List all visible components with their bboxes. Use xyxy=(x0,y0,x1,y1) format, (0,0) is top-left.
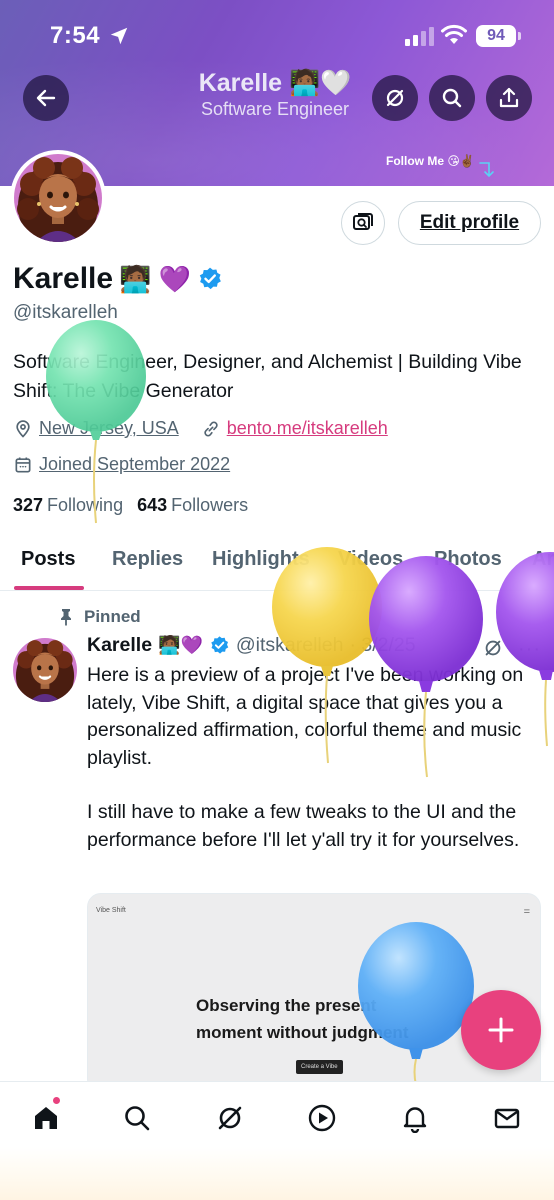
post-paragraph-1: Here is a preview of a project I've been… xyxy=(87,664,524,769)
link-icon xyxy=(204,420,218,437)
analytics-icon xyxy=(353,213,373,230)
professional-tools-button[interactable] xyxy=(341,201,385,245)
post-date[interactable]: · 3/2/25 xyxy=(349,634,415,657)
profile-joined-date: Joined September 2022 xyxy=(39,454,231,474)
following-link[interactable]: 327 Following xyxy=(13,495,123,516)
mail-icon xyxy=(494,1108,520,1129)
wifi-icon xyxy=(441,24,467,44)
media-app-title: Vibe Shift xyxy=(96,907,126,914)
pinned-indicator: Pinned xyxy=(58,607,141,627)
avatar-illustration xyxy=(13,638,77,702)
back-button[interactable] xyxy=(23,75,69,121)
arrow-down-icon xyxy=(479,162,494,178)
signal-icon xyxy=(405,27,434,46)
media-menu-icon: = xyxy=(523,906,530,918)
avatar-illustration xyxy=(14,154,102,242)
home-icon xyxy=(35,1107,57,1129)
post-header: Karelle 🧑🏾‍💻💜 @itskarelleh · 3/2/25 xyxy=(87,634,416,657)
followers-link[interactable]: 643 Followers xyxy=(137,495,248,516)
arrow-left-icon xyxy=(36,89,56,107)
bell-icon xyxy=(403,1107,427,1133)
play-icon xyxy=(308,1104,336,1132)
verified-badge-icon xyxy=(211,636,229,654)
nav-search[interactable] xyxy=(119,1100,155,1136)
pin-icon xyxy=(61,609,71,626)
post-body: Here is a preview of a project I've been… xyxy=(87,662,537,854)
banner-caption: Follow Me 😘✌🏾 xyxy=(386,154,475,168)
calendar-icon xyxy=(15,457,31,472)
share-button[interactable] xyxy=(486,75,532,121)
plus-icon xyxy=(488,1017,514,1043)
nav-messages[interactable] xyxy=(489,1100,525,1136)
header-title: Karelle 🧑🏾‍💻🤍 Software Engineer xyxy=(170,68,380,120)
post-author-name[interactable]: Karelle xyxy=(87,634,152,657)
nav-video[interactable] xyxy=(304,1100,340,1136)
nav-notifications[interactable] xyxy=(397,1100,433,1136)
bottom-navigation xyxy=(0,1081,554,1200)
following-count: 327 xyxy=(13,495,44,515)
verified-badge-icon[interactable] xyxy=(197,266,223,292)
post-paragraph-2: I still have to make a few tweaks to the… xyxy=(87,801,520,851)
nav-home[interactable] xyxy=(28,1100,64,1136)
battery-indicator: 94 xyxy=(476,25,521,47)
post-author-handle[interactable]: @itskarelleh xyxy=(236,634,344,657)
edit-profile-button[interactable]: Edit profile xyxy=(398,201,541,245)
search-icon xyxy=(125,1106,150,1131)
active-tab-indicator xyxy=(14,586,84,590)
share-icon xyxy=(499,87,519,108)
location-pin-icon xyxy=(16,419,30,438)
location-arrow-icon xyxy=(110,27,128,45)
followers-label: Followers xyxy=(171,495,249,515)
media-heading-line-1: Observing the present xyxy=(196,996,377,1015)
grok-icon[interactable] xyxy=(482,637,504,659)
followers-count: 643 xyxy=(137,495,168,515)
media-heading-line-2: moment without judgment xyxy=(196,1023,409,1042)
notification-dot xyxy=(52,1096,61,1105)
tab-highlights[interactable]: Highlights xyxy=(212,548,310,571)
profile-meta-location-row: New Jersey, USA bento.me/itskarelleh xyxy=(13,418,388,439)
grok-icon xyxy=(386,89,404,107)
media-heading: Observing the present moment without jud… xyxy=(196,992,408,1046)
tab-posts[interactable]: Posts xyxy=(21,548,75,571)
tab-articles[interactable]: Ar xyxy=(532,548,554,571)
profile-meta-joined-row: Joined September 2022 xyxy=(13,454,230,475)
profile-name-row: Karelle 🧑🏾‍💻 💜 xyxy=(13,262,223,296)
profile-name-emojis: 🧑🏾‍💻 💜 xyxy=(119,263,192,294)
follow-stats: 327 Following 643 Followers xyxy=(13,495,248,516)
profile-bio: Software Engineer, Designer, and Alchemi… xyxy=(13,351,522,402)
status-time: 7:54 xyxy=(50,22,101,49)
profile-avatar[interactable] xyxy=(10,150,106,246)
header-name: Karelle xyxy=(198,69,283,97)
tab-replies[interactable]: Replies xyxy=(112,548,183,571)
compose-post-button[interactable] xyxy=(461,990,541,1070)
following-label: Following xyxy=(47,495,124,515)
post-more-icon[interactable]: ··· xyxy=(518,638,541,661)
search-button[interactable] xyxy=(429,75,475,121)
post-author-emojis: 🧑🏾‍💻💜 xyxy=(158,635,203,655)
grok-button[interactable] xyxy=(372,75,418,121)
nav-grok[interactable] xyxy=(212,1100,248,1136)
status-bar: 7:54 94 xyxy=(0,0,554,70)
tab-photos[interactable]: Photos xyxy=(434,548,502,571)
grok-icon xyxy=(218,1106,242,1130)
post-author-avatar[interactable] xyxy=(13,638,77,702)
profile-website-link[interactable]: bento.me/itskarelleh xyxy=(227,418,388,439)
tab-videos[interactable]: Videos xyxy=(338,548,403,571)
search-icon xyxy=(442,88,462,108)
post-media-preview[interactable]: Vibe Shift = Observing the present momen… xyxy=(87,893,541,1093)
profile-tabs: Posts Replies Highlights Videos Photos A… xyxy=(0,528,554,591)
header-name-emoji: 🧑🏾‍💻🤍 xyxy=(289,69,352,97)
media-cta-button: Create a Vibe xyxy=(296,1060,343,1074)
profile-handle: @itskarelleh xyxy=(13,302,118,323)
profile-location[interactable]: New Jersey, USA xyxy=(39,418,179,439)
profile-display-name: Karelle xyxy=(13,262,114,295)
pinned-label: Pinned xyxy=(84,607,141,626)
header-subtitle: Software Engineer xyxy=(200,99,350,119)
